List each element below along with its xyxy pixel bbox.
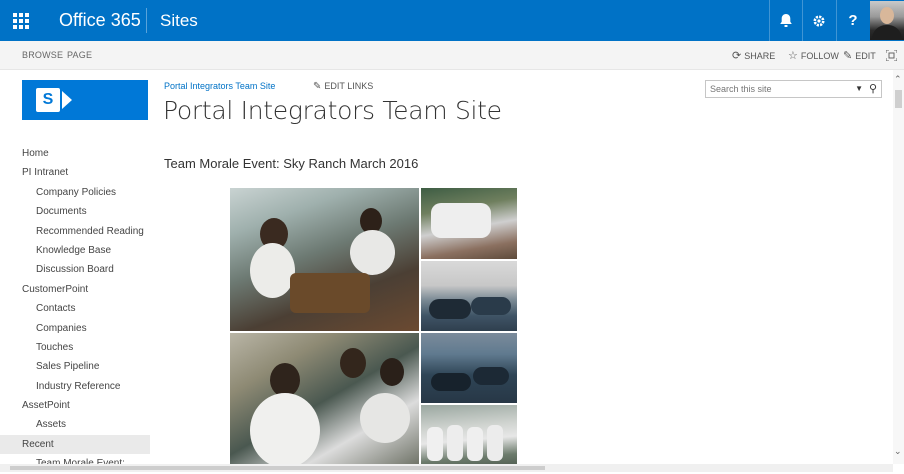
suite-divider — [146, 8, 147, 33]
share-label: SHARE — [744, 50, 776, 61]
logo-arrow-shape — [62, 91, 72, 109]
bell-icon[interactable] — [769, 0, 802, 41]
bumper-cars-photo-2 — [421, 333, 517, 403]
photo-collage — [230, 188, 517, 468]
group-lineup-photo — [421, 405, 517, 468]
section-name-link[interactable]: Sites — [160, 0, 198, 41]
search-icon[interactable]: ⚲ — [869, 82, 877, 95]
edit-label: EDIT — [855, 50, 876, 61]
gear-icon[interactable] — [802, 0, 835, 41]
nav-item-industry-reference[interactable]: Industry Reference — [0, 377, 150, 396]
share-icon: ⟳ — [732, 50, 742, 62]
pencil-icon: ✎ — [843, 50, 853, 62]
site-title: Portal Integrators Team Site — [163, 96, 502, 125]
nav-item-companies[interactable]: Companies — [0, 319, 150, 338]
site-breadcrumb-link[interactable]: Portal Integrators Team Site — [164, 81, 275, 91]
search-box: ▼ ⚲ — [705, 80, 882, 98]
nav-item-contacts[interactable]: Contacts — [0, 299, 150, 318]
edit-links-label: EDIT LINKS — [324, 81, 374, 91]
horizontal-scrollbar-thumb[interactable] — [10, 466, 545, 470]
follow-button[interactable]: ☆ FOLLOW — [788, 41, 839, 70]
edit-button[interactable]: ✎ EDIT — [843, 41, 876, 70]
nav-item-discussion-board[interactable]: Discussion Board — [0, 260, 150, 279]
nav-item-touches[interactable]: Touches — [0, 338, 150, 357]
nav-item-recommended-reading[interactable]: Recommended Reading — [0, 222, 150, 241]
nav-item-assets[interactable]: Assets — [0, 415, 150, 434]
share-button[interactable]: ⟳ SHARE — [732, 41, 775, 70]
nav-item-assetpoint[interactable]: AssetPoint — [0, 396, 150, 415]
nav-item-company-policies[interactable]: Company Policies — [0, 183, 150, 202]
app-name-link[interactable]: Office 365 — [59, 0, 141, 41]
scroll-up-icon[interactable]: ⌃ — [894, 74, 902, 85]
search-input[interactable] — [706, 81, 846, 97]
suite-bar: Office 365 Sites ? — [0, 0, 904, 41]
site-logo[interactable]: S — [22, 80, 148, 120]
bumper-cars-photo — [421, 261, 517, 331]
tab-page[interactable]: PAGE — [67, 41, 92, 70]
team-lunch-photo — [230, 188, 419, 331]
nav-item-sales-pipeline[interactable]: Sales Pipeline — [0, 357, 150, 376]
nav-item-customerpoint[interactable]: CustomerPoint — [0, 280, 150, 299]
ribbon-bar: BROWSE PAGE ⟳ SHARE ☆ FOLLOW ✎ EDIT — [0, 41, 904, 70]
search-scope-dropdown-icon[interactable]: ▼ — [855, 84, 863, 93]
nav-item-documents[interactable]: Documents — [0, 202, 150, 221]
scroll-down-icon[interactable]: ⌄ — [894, 446, 902, 457]
sharepoint-logo-icon: S — [36, 88, 60, 112]
help-icon[interactable]: ? — [836, 0, 869, 41]
horizontal-scrollbar[interactable] — [0, 464, 893, 472]
star-icon: ☆ — [788, 50, 798, 62]
edit-links-button[interactable]: ✎ EDIT LINKS — [313, 81, 373, 92]
scrollbar-thumb[interactable] — [895, 90, 902, 108]
app-launcher-icon[interactable] — [0, 0, 41, 41]
follow-label: FOLLOW — [800, 50, 839, 61]
page-heading: Team Morale Event: Sky Ranch March 2016 — [164, 156, 419, 171]
group-selfie-photo — [230, 333, 419, 468]
tab-browse[interactable]: BROWSE — [22, 41, 63, 70]
pencil-icon: ✎ — [313, 81, 322, 92]
user-avatar[interactable] — [870, 1, 904, 40]
nav-item-recent[interactable]: Recent — [0, 434, 150, 455]
nav-item-knowledge-base[interactable]: Knowledge Base — [0, 241, 150, 260]
nav-item-pi-intranet[interactable]: PI Intranet — [0, 163, 150, 182]
quick-launch-nav: Home PI Intranet Company Policies Documents… — [0, 144, 150, 474]
focus-mode-icon[interactable] — [886, 41, 897, 70]
group-outdoor-photo — [421, 188, 517, 259]
nav-item-home[interactable]: Home — [0, 144, 150, 163]
vertical-scrollbar[interactable]: ⌃ ⌄ — [893, 70, 904, 464]
